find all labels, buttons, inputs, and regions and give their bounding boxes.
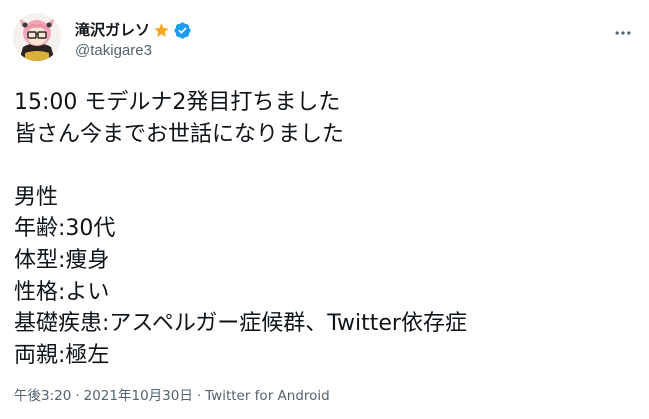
meta-separator: · (196, 388, 202, 404)
verified-badge-icon (173, 21, 192, 40)
avatar-image (13, 13, 61, 61)
more-options-button[interactable] (608, 18, 638, 48)
tweet-source[interactable]: Twitter for Android (205, 388, 330, 404)
tweet-line: 基礎疾患:アスペルガー症候群、Twitter依存症 (14, 311, 467, 337)
display-name[interactable]: 滝沢ガレソ (75, 20, 150, 40)
tweet-line (14, 150, 634, 182)
name-row: 滝沢ガレソ (75, 20, 192, 40)
meta-separator: · (75, 388, 80, 404)
star-icon (153, 22, 170, 39)
tweet-line: 体型:痩身 (14, 247, 110, 273)
tweet-line: 年齢:30代 (14, 216, 116, 242)
more-dots-icon (615, 31, 631, 35)
tweet-text: 15:00 モデルナ2発目打ちました 皆さん今までお世話になりました 男性 年齢… (14, 87, 634, 371)
tweet-meta: 午後3:20 · 2021年10月30日 · Twitter for Android (14, 386, 330, 406)
tweet: 滝沢ガレソ @takigare3 15:00 モデルナ2発目打ちました 皆さん今… (0, 0, 649, 419)
avatar[interactable] (13, 13, 61, 61)
tweet-line: 皆さん今までお世話になりました (14, 121, 345, 147)
tweet-line: 両親:極左 (14, 342, 110, 368)
tweet-line: 性格:よい (14, 279, 110, 305)
tweet-time[interactable]: 午後3:20 (14, 388, 71, 404)
tweet-line: 15:00 モデルナ2発目打ちました (14, 90, 341, 115)
author-block[interactable]: 滝沢ガレソ @takigare3 (75, 20, 192, 60)
tweet-date[interactable]: 2021年10月30日 (84, 388, 193, 404)
handle[interactable]: @takigare3 (75, 42, 192, 60)
tweet-line: 男性 (14, 184, 59, 210)
